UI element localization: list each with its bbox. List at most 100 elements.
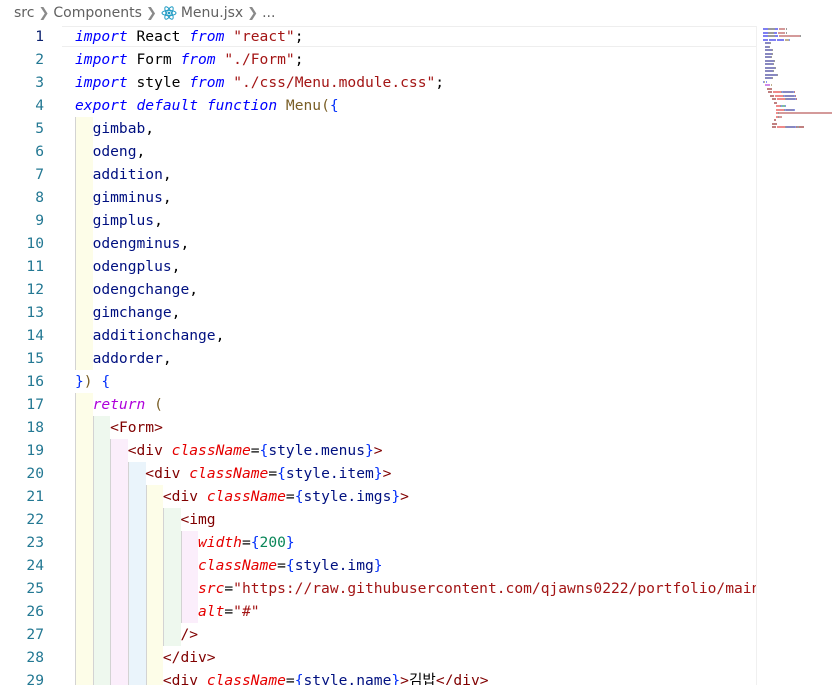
code-token: }	[391, 488, 401, 505]
code-token: return	[92, 396, 146, 413]
code-token: from	[180, 51, 216, 68]
minimap-token	[774, 35, 779, 37]
minimap-token	[772, 70, 774, 72]
code-token: <img	[180, 511, 216, 528]
code-token: ,	[136, 143, 146, 160]
breadcrumb-item-components[interactable]: Components	[53, 5, 142, 21]
code-token: ,	[162, 350, 172, 367]
code-line[interactable]: 1 import React from "react";	[0, 26, 756, 48]
breadcrumb-item-src[interactable]: src	[14, 5, 34, 21]
code-token: {	[101, 373, 111, 390]
minimap[interactable]	[756, 26, 839, 685]
code-token: Form	[127, 51, 181, 68]
code-line[interactable]: 26 alt="#"	[0, 600, 756, 623]
code-token: className	[171, 442, 251, 459]
code-token: )	[83, 373, 93, 390]
code-token: ;	[435, 74, 445, 91]
code-line[interactable]: 10 odengminus,	[0, 232, 756, 255]
minimap-token	[763, 38, 769, 41]
code-line[interactable]: 18 <Form>	[0, 416, 756, 439]
code-line[interactable]: 17 return (	[0, 393, 756, 416]
code-token: =	[277, 557, 286, 574]
code-token: style.item	[285, 465, 374, 482]
code-line[interactable]: 19 <div className={style.menus}>	[0, 439, 756, 462]
code-token: style.menus	[268, 442, 365, 459]
code-line[interactable]: 2 import Form from "./Form";	[0, 48, 756, 71]
minimap-token	[776, 38, 784, 41]
code-text: gimplus,	[75, 209, 163, 232]
code-token: ,	[180, 235, 190, 252]
code-line[interactable]: 13 gimchange,	[0, 301, 756, 324]
code-line[interactable]: 9 gimplus,	[0, 209, 756, 232]
code-token: {	[285, 557, 295, 574]
code-token: default	[136, 97, 199, 114]
line-number: 7	[35, 166, 44, 183]
code-token: ,	[171, 304, 181, 321]
line-number: 25	[26, 580, 44, 597]
code-line[interactable]: 14 additionchange,	[0, 324, 756, 347]
code-line[interactable]: 8 gimminus,	[0, 186, 756, 209]
line-number: 3	[35, 74, 44, 91]
code-line[interactable]: 24 className={style.img}	[0, 554, 756, 577]
code-token: <Form>	[110, 419, 163, 436]
code-line[interactable]: 20 <div className={style.item}>	[0, 462, 756, 485]
code-line[interactable]: 4 export default function Menu({	[0, 94, 756, 117]
code-line[interactable]: 15 addorder,	[0, 347, 756, 370]
minimap-token	[785, 31, 787, 34]
minimap-token	[784, 105, 786, 107]
code-line[interactable]: 28 </div>	[0, 646, 756, 669]
code-token: (	[154, 396, 163, 413]
minimap-token	[772, 49, 773, 51]
code-line[interactable]: 27 />	[0, 623, 756, 646]
code-token: odengchange	[92, 281, 190, 298]
code-text: import style from "./css/Menu.module.css…	[75, 71, 444, 94]
minimap-token	[774, 28, 779, 30]
code-line[interactable]: 21 <div className={style.imgs}>	[0, 485, 756, 508]
code-line[interactable]: 12 odengchange,	[0, 278, 756, 301]
code-token: from	[189, 74, 225, 91]
code-token: </div>	[162, 649, 216, 666]
code-token: gimchange	[92, 304, 172, 321]
code-token: className	[198, 557, 278, 574]
code-token: export	[75, 97, 128, 114]
minimap-token	[766, 87, 772, 90]
code-editor[interactable]: 1 import React from "react"; 2 import Form …	[0, 26, 839, 685]
code-line[interactable]: 22 <img	[0, 508, 756, 531]
minimap-token	[773, 59, 775, 62]
line-number: 1	[35, 28, 44, 45]
code-line[interactable]: 7 addition,	[0, 163, 756, 186]
code-line[interactable]: 5 gimbab,	[0, 117, 756, 140]
code-line[interactable]: 29 <div className={style.name}>김밥</div>	[0, 669, 756, 685]
code-line[interactable]: 6 odeng,	[0, 140, 756, 163]
minimap-token	[773, 101, 778, 104]
minimap-token	[764, 70, 773, 72]
minimap-token	[764, 52, 772, 55]
code-line[interactable]: 11 odengplus,	[0, 255, 756, 278]
line-number: 14	[26, 327, 44, 344]
code-line[interactable]: 23 width={200}	[0, 531, 756, 554]
line-number: 24	[26, 557, 44, 574]
react-icon	[161, 6, 177, 20]
code-line[interactable]: 25 src="https://raw.githubusercontent.co…	[0, 577, 830, 600]
code-line[interactable]: 16}) {	[0, 370, 756, 393]
code-token: "https://raw.githubusercontent.com/qjawn…	[233, 580, 831, 597]
minimap-token	[779, 115, 782, 118]
line-number: 13	[26, 304, 44, 321]
breadcrumb-file[interactable]: Menu.jsx	[181, 5, 243, 21]
code-line[interactable]: 3 import style from "./css/Menu.module.cs…	[0, 71, 756, 94]
code-text: additionchange,	[75, 324, 225, 347]
minimap-token	[776, 126, 785, 128]
minimap-token	[772, 91, 781, 93]
breadcrumb-ellipsis[interactable]: ...	[262, 5, 275, 21]
chevron-right-icon: ❯	[38, 5, 50, 21]
line-number: 5	[35, 120, 44, 137]
code-text: <div className={style.name}>김밥</div>	[75, 669, 489, 685]
